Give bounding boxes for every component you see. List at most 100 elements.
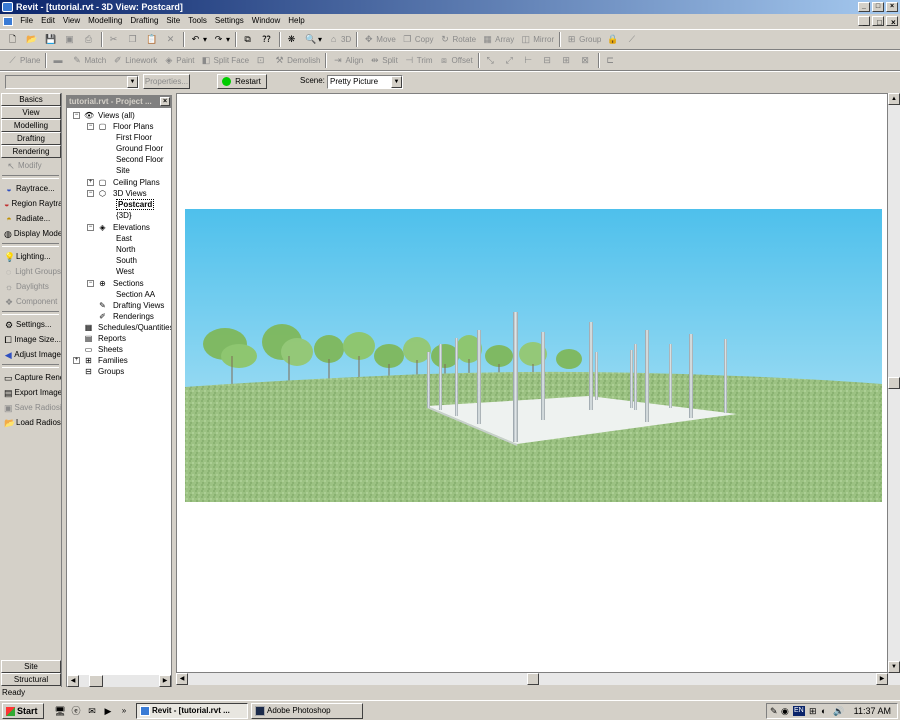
properties-button[interactable]: Properties... [143,74,190,89]
display-mode-button[interactable]: ◍ Display Mode [0,226,61,241]
tree-item-ceiling-plans[interactable]: Ceiling Plans [113,177,160,188]
tree-item-sheets[interactable]: Sheets [98,344,123,355]
cut-button[interactable]: ✂ [105,31,124,48]
minimize-button[interactable]: _ [858,2,870,12]
tab-drafting[interactable]: Drafting [1,132,61,145]
tree-item-first-floor[interactable]: First Floor [116,132,152,143]
menu-edit[interactable]: Edit [37,14,59,25]
view-3d-button[interactable]: ⌂ 3D [325,31,354,48]
tree-item-renderings[interactable]: Renderings [113,311,154,322]
menu-help[interactable]: Help [284,14,308,25]
menu-window[interactable]: Window [248,14,284,25]
language-indicator[interactable]: EN [793,706,805,716]
dimension-button[interactable]: ⊢ [520,52,539,69]
split-button[interactable]: ⇹ Split [366,52,401,69]
tree-item-sections[interactable]: Sections [113,278,144,289]
doc-restore-button[interactable]: □ [872,16,884,27]
scroll-thumb[interactable] [888,377,900,389]
menu-drafting[interactable]: Drafting [126,14,162,25]
visibility-button[interactable]: ❋ [283,31,302,48]
tree-item-groups[interactable]: Groups [98,366,124,377]
tab-modelling[interactable]: Modelling [1,119,61,132]
tray-display-icon[interactable]: ◐ [821,704,826,718]
image-size-button[interactable]: ⧠ Image Size... [0,332,61,347]
tree-item-3d[interactable]: {3D} [116,210,132,221]
tag-all-button[interactable]: ⊠ [577,52,596,69]
print-button[interactable]: ⎙ [80,31,99,48]
browser-horizontal-scrollbar[interactable]: ◀ ▶ [67,675,171,687]
open-button[interactable]: 📂 [23,31,42,48]
scroll-thumb[interactable] [527,673,539,685]
maximize-button[interactable]: □ [872,2,884,12]
taskbar-revit[interactable]: Revit - [tutorial.rvt ... [136,703,248,719]
lighting-button[interactable]: 💡 Lighting... [0,249,61,264]
tree-item-ground-floor[interactable]: Ground Floor [116,143,163,154]
tree-item-drafting-views[interactable]: Drafting Views [113,300,164,311]
start-button[interactable]: Start [2,703,44,719]
undo-button[interactable]: ↶ ▾ [187,31,210,48]
doc-close-button[interactable]: × [886,16,898,27]
align-button[interactable]: ⇥ Align [329,52,366,69]
view-vertical-scrollbar[interactable]: ▲ ▼ [888,93,900,673]
save-as-button[interactable]: ▣ [61,31,80,48]
measure-button[interactable]: ⟋ [623,31,642,48]
tray-connection-icon[interactable]: ⊞ [809,704,817,718]
desktop-icon[interactable]: 🖥 [54,705,66,717]
menu-site[interactable]: Site [162,14,184,25]
tray-app-icon[interactable]: ✎ [770,704,778,718]
expand-icon[interactable]: + [73,357,80,364]
doc-minimize-button[interactable]: _ [858,16,870,27]
component-button[interactable]: ❖ Component [0,294,61,309]
collapse-icon[interactable]: − [87,190,94,197]
scene-select[interactable]: Pretty Picture ▼ [327,75,403,89]
scroll-down-icon[interactable]: ▼ [888,661,900,673]
adjust-image-button[interactable]: ◀ Adjust Image [0,347,61,362]
raytrace-button[interactable]: ◒ Raytrace... [0,181,61,196]
close-button[interactable]: × [886,2,898,12]
scroll-up-icon[interactable]: ▲ [888,93,900,105]
mirror-button[interactable]: ◫ Mirror [517,31,557,48]
match-button[interactable]: ✎ Match [68,52,109,69]
detail-button[interactable]: ⊟ [539,52,558,69]
tree-item-south[interactable]: South [116,255,137,266]
plane-button[interactable]: ⟋ Plane [4,52,43,69]
tree-item-site[interactable]: Site [116,165,130,176]
tree-item-east[interactable]: East [116,233,132,244]
scroll-right-icon[interactable]: ▶ [876,673,888,685]
tree-item-elevations[interactable]: Elevations [113,222,150,233]
pin-button[interactable]: ⤢ [501,52,520,69]
chevron-down-icon[interactable]: ▼ [127,76,138,88]
region-raytrace-button[interactable]: ◒Region Raytrace [0,196,61,211]
modify-button[interactable]: ↖ Modify [0,158,61,173]
tree-item-floor-plans[interactable]: Floor Plans [113,121,153,132]
array-button[interactable]: ▦ Array [479,31,517,48]
export-image-button[interactable]: ▤ Export Image [0,385,61,400]
tab-view[interactable]: View [1,106,61,119]
menu-settings[interactable]: Settings [211,14,248,25]
menu-modelling[interactable]: Modelling [84,14,126,25]
clock[interactable]: 11:37 AM [854,704,891,718]
type-selector[interactable]: ▼ [5,75,139,89]
scroll-left-icon[interactable]: ◀ [176,673,188,685]
restart-button[interactable]: Restart [217,74,267,89]
revit-app-icon[interactable] [2,2,13,12]
menu-file[interactable]: File [16,14,37,25]
save-radiosity-button[interactable]: ▣Save Radiosity [0,400,61,415]
copy-button[interactable]: ❐ Copy [399,31,437,48]
volume-icon[interactable]: 🔊 [833,704,844,718]
text-button[interactable]: ⊞ [558,52,577,69]
daylights-button[interactable]: ☼ Daylights [0,279,61,294]
tag-button[interactable]: ⊡ [252,52,271,69]
ie-icon[interactable]: ⓔ [70,705,82,717]
zoom-button[interactable]: 🔍 ▾ [302,31,325,48]
tree-item-north[interactable]: North [116,244,136,255]
new-button[interactable]: 🗋 [4,31,23,48]
tab-site[interactable]: Site [1,660,61,673]
more-icon[interactable]: » [118,705,130,717]
menu-view[interactable]: View [59,14,84,25]
load-radiosity-button[interactable]: 📂Load Radiosity [0,415,61,430]
tab-rendering[interactable]: Rendering [1,145,61,158]
view-range-button[interactable]: ⊏ [602,52,621,69]
collapse-icon[interactable]: − [87,123,94,130]
collapse-icon[interactable]: − [87,224,94,231]
